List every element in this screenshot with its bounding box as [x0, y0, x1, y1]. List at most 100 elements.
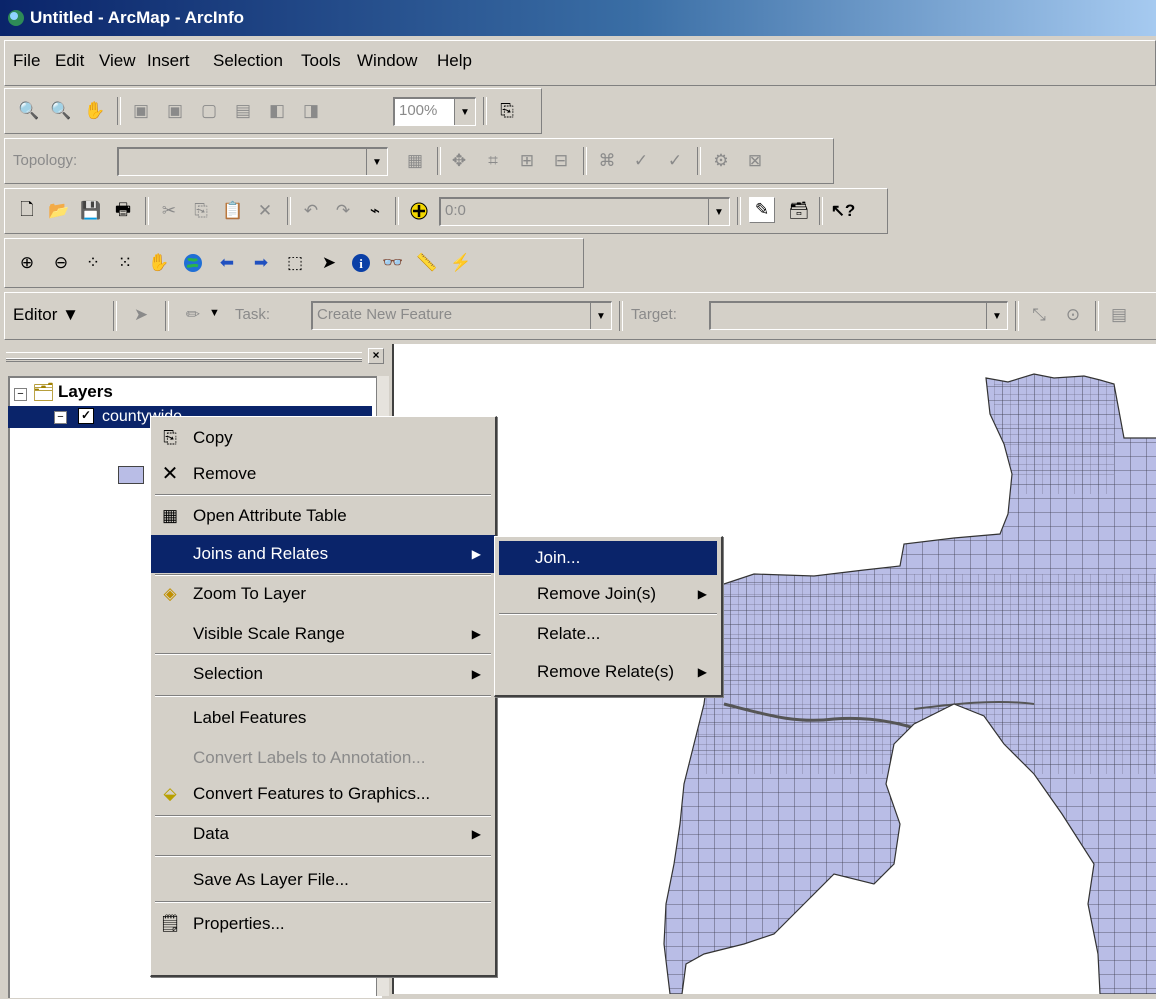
- sketch-tool-chevron-down-icon[interactable]: ▼: [209, 307, 220, 319]
- zoom-100-icon[interactable]: ▤: [231, 99, 255, 123]
- submenu-arrow-icon: ▶: [471, 667, 481, 681]
- layer-context-menu: ⎘ Copy ✕ Remove ▦ Open Attribute Table J…: [150, 416, 497, 977]
- split-tool-icon[interactable]: ⤡: [1027, 303, 1051, 327]
- select-elements-icon[interactable]: ➤: [317, 251, 341, 275]
- topology-edit-tool-icon[interactable]: ✥: [447, 149, 471, 173]
- menu-edit[interactable]: Edit: [55, 51, 84, 71]
- select-features-icon[interactable]: ⬚: [283, 251, 307, 275]
- layer-symbol-swatch[interactable]: [118, 466, 144, 484]
- joins-relates-submenu: Join... Remove Join(s) ▶ Relate... Remov…: [494, 536, 723, 697]
- menu-item-joins-and-relates[interactable]: Joins and Relates ▶: [151, 535, 495, 573]
- attributes-icon[interactable]: ▤: [1107, 303, 1131, 327]
- zoom-out-layout-icon[interactable]: 🔍: [49, 99, 73, 123]
- menu-item-join[interactable]: Join...: [499, 541, 717, 575]
- next-extent-icon[interactable]: ➡: [249, 251, 273, 275]
- editor-menu-button[interactable]: Editor ▼: [13, 305, 79, 325]
- menu-item-copy[interactable]: ⎘ Copy: [151, 419, 495, 457]
- copy-icon[interactable]: ⎘: [189, 199, 213, 223]
- menu-selection[interactable]: Selection: [213, 51, 283, 71]
- fixed-zoom-in-icon[interactable]: ⁘: [81, 251, 105, 275]
- arccatalog-icon[interactable]: 🗃: [787, 199, 811, 223]
- next-extent-layout-icon[interactable]: ◨: [299, 99, 323, 123]
- show-shared-features-icon[interactable]: ⌗: [481, 149, 505, 173]
- topology-combo[interactable]: ▼: [117, 147, 388, 176]
- task-combo[interactable]: Create New Feature ▼: [311, 301, 612, 330]
- identify-icon[interactable]: i: [349, 251, 373, 275]
- editor-toolbar-icon[interactable]: ✎: [749, 197, 775, 223]
- edit-tool-icon[interactable]: ➤: [129, 303, 153, 327]
- target-combo[interactable]: ▼: [709, 301, 1008, 330]
- validate-extent-icon[interactable]: ✓: [663, 149, 687, 173]
- menu-item-selection[interactable]: Selection ▶: [151, 655, 495, 693]
- find-binoculars-icon[interactable]: 👓: [381, 251, 405, 275]
- menu-window[interactable]: Window: [357, 51, 417, 71]
- error-inspector-icon[interactable]: ⊠: [743, 149, 767, 173]
- sketch-tool-icon[interactable]: ✏: [181, 303, 205, 327]
- menu-item-label-features[interactable]: Label Features: [151, 699, 495, 737]
- build-topology-cache-icon[interactable]: ⊞: [515, 149, 539, 173]
- menu-tools[interactable]: Tools: [301, 51, 341, 71]
- whats-this-tool-icon[interactable]: ⌁: [363, 199, 387, 223]
- menu-insert[interactable]: Insert: [147, 51, 190, 71]
- toggle-draft-mode-icon[interactable]: ⎘: [495, 99, 519, 123]
- zoom-in-icon[interactable]: ⊕: [15, 251, 39, 275]
- cut-icon[interactable]: ✂: [157, 199, 181, 223]
- menu-item-save-as-layer-file[interactable]: Save As Layer File...: [151, 861, 495, 899]
- menu-view[interactable]: View: [99, 51, 136, 71]
- open-folder-icon[interactable]: 📂: [47, 199, 71, 223]
- menu-item-convert-features-to-graphics[interactable]: ⬙ Convert Features to Graphics...: [151, 775, 495, 813]
- chevron-down-icon[interactable]: ▼: [454, 99, 475, 125]
- menu-item-remove-relates[interactable]: Remove Relate(s) ▶: [495, 653, 721, 691]
- menu-file[interactable]: File: [13, 51, 40, 71]
- map-topology-icon[interactable]: ▦: [403, 149, 427, 173]
- whats-this-help-icon[interactable]: ↖?: [831, 199, 856, 223]
- fixed-zoom-out-layout-icon[interactable]: ▢: [197, 99, 221, 123]
- chevron-down-icon[interactable]: ▼: [590, 303, 611, 329]
- menu-item-open-attribute-table[interactable]: ▦ Open Attribute Table: [151, 497, 495, 535]
- chevron-down-icon[interactable]: ▼: [708, 199, 729, 225]
- validate-topology-icon[interactable]: ✓: [629, 149, 653, 173]
- submenu-arrow-icon: ▶: [471, 827, 481, 841]
- previous-extent-layout-icon[interactable]: ◧: [265, 99, 289, 123]
- collapse-icon[interactable]: −: [54, 411, 67, 424]
- paste-icon[interactable]: 📋: [221, 199, 245, 223]
- redo-icon[interactable]: ↷: [331, 199, 355, 223]
- pan-layout-icon[interactable]: ✋: [83, 99, 107, 123]
- fixed-zoom-out-icon[interactable]: ⁙: [113, 251, 137, 275]
- hyperlink-lightning-icon[interactable]: ⚡: [449, 251, 473, 275]
- close-icon[interactable]: ×: [368, 348, 384, 364]
- planarize-lines-icon[interactable]: ⌘: [595, 149, 619, 173]
- layout-zoom-combo[interactable]: 100% ▼: [393, 97, 476, 126]
- print-icon[interactable]: 🖶: [111, 199, 135, 223]
- full-extent-globe-icon[interactable]: [181, 251, 205, 275]
- menu-item-relate[interactable]: Relate...: [495, 615, 721, 653]
- zoom-in-layout-icon[interactable]: 🔍: [17, 99, 41, 123]
- undo-icon[interactable]: ↶: [299, 199, 323, 223]
- previous-extent-icon[interactable]: ⬅: [215, 251, 239, 275]
- menu-item-visible-scale-range[interactable]: Visible Scale Range ▶: [151, 615, 495, 653]
- pan-icon[interactable]: ✋: [147, 251, 171, 275]
- menu-item-data[interactable]: Data ▶: [151, 815, 495, 853]
- chevron-down-icon[interactable]: ▼: [986, 303, 1007, 329]
- chevron-down-icon[interactable]: ▼: [366, 149, 387, 175]
- zoom-whole-page-icon[interactable]: ▣: [129, 99, 153, 123]
- construct-features-icon[interactable]: ⊟: [549, 149, 573, 173]
- map-scale-combo[interactable]: 0:0 ▼: [439, 197, 730, 226]
- measure-icon[interactable]: 📏: [415, 251, 439, 275]
- menu-item-remove[interactable]: ✕ Remove: [151, 455, 495, 493]
- fixed-zoom-in-layout-icon[interactable]: ▣: [163, 99, 187, 123]
- delete-icon[interactable]: ✕: [253, 199, 277, 223]
- menu-item-remove-joins[interactable]: Remove Join(s) ▶: [495, 575, 721, 613]
- toc-root-label[interactable]: Layers: [58, 382, 113, 402]
- zoom-out-icon[interactable]: ⊖: [49, 251, 73, 275]
- menu-item-properties[interactable]: 🗒 Properties...: [151, 905, 495, 943]
- layer-visibility-checkbox[interactable]: ✓: [78, 408, 94, 424]
- rotate-tool-icon[interactable]: ⊙: [1061, 303, 1085, 327]
- menu-help[interactable]: Help: [437, 51, 472, 71]
- menu-item-zoom-to-layer[interactable]: ◈ Zoom To Layer: [151, 575, 495, 613]
- collapse-icon[interactable]: −: [14, 388, 27, 401]
- fix-topology-error-icon[interactable]: ⚙: [709, 149, 733, 173]
- add-data-icon[interactable]: [407, 199, 431, 223]
- save-icon[interactable]: 💾: [79, 199, 103, 223]
- new-document-icon[interactable]: 🗋: [15, 199, 39, 223]
